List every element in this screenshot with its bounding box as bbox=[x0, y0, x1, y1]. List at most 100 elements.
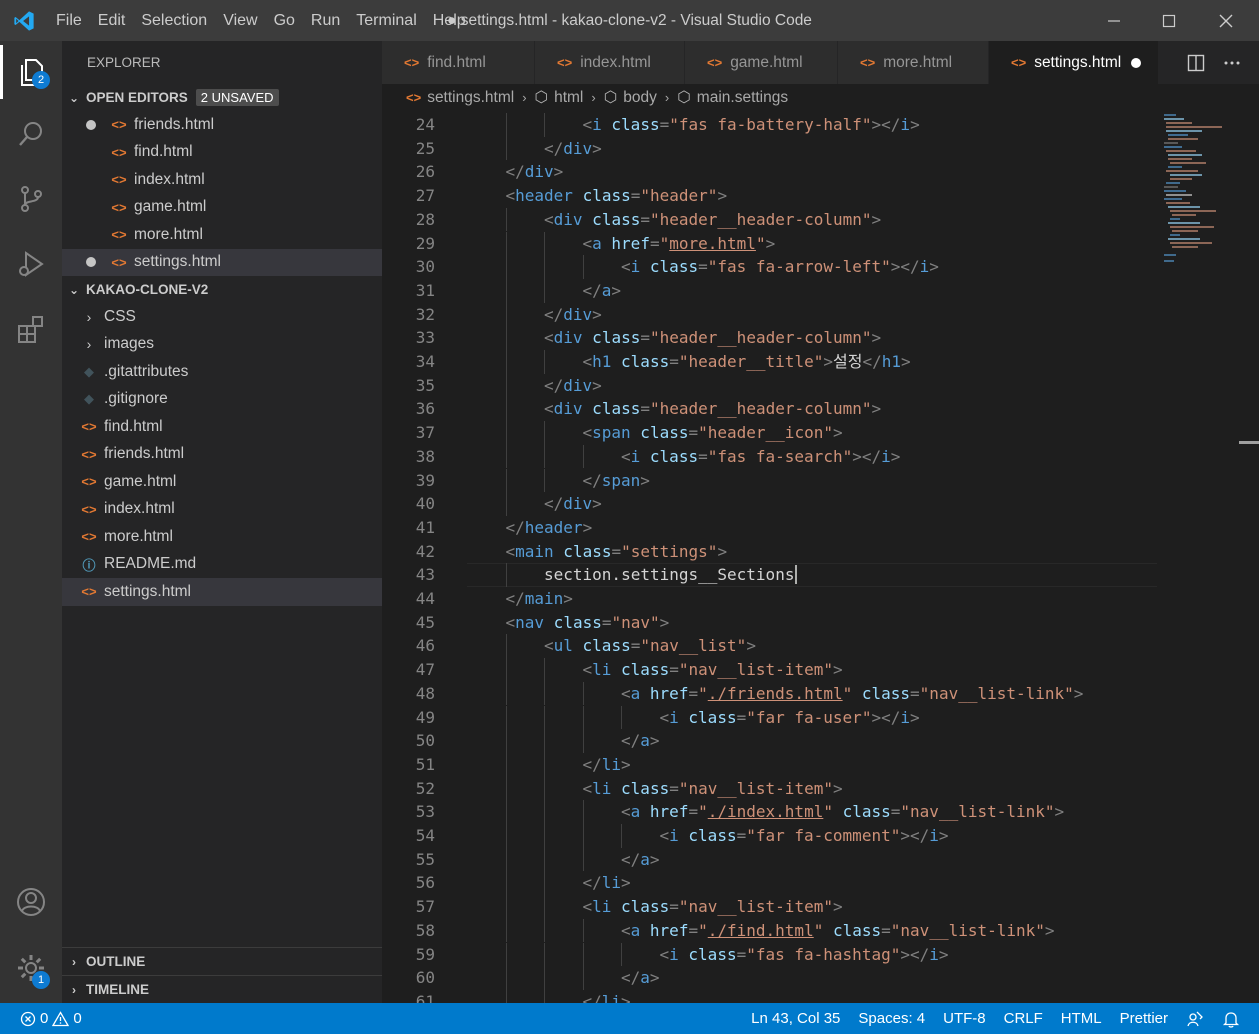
menu-terminal[interactable]: Terminal bbox=[348, 0, 424, 41]
menu-edit[interactable]: Edit bbox=[90, 0, 134, 41]
menu-view[interactable]: View bbox=[215, 0, 265, 41]
manage-activity[interactable]: 1 bbox=[0, 941, 62, 995]
code-line[interactable]: 40 </div> bbox=[382, 492, 1242, 516]
code-line[interactable]: 25 </div> bbox=[382, 136, 1242, 161]
file-tree-item-settings-html[interactable]: <> settings.html bbox=[62, 578, 382, 606]
code-line[interactable]: 24 <i class="fas fa-battery-half"></i> bbox=[382, 113, 1242, 137]
code-line[interactable]: 46 <ul class="nav__list"> bbox=[382, 634, 1242, 659]
code-line[interactable]: 47 <li class="nav__list-item"> bbox=[382, 658, 1242, 682]
more-actions-icon[interactable] bbox=[1223, 54, 1241, 72]
code-line[interactable]: 33 <div class="header__header-column"> bbox=[382, 326, 1242, 350]
code-line[interactable]: 38 <i class="fas fa-search"></i> bbox=[382, 444, 1242, 469]
code-line[interactable]: 32 </div> bbox=[382, 302, 1242, 327]
notifications-button[interactable] bbox=[1213, 1010, 1249, 1028]
file-tree-item-gitignore[interactable]: ◆ .gitignore bbox=[62, 386, 382, 414]
code-line[interactable]: 27 <header class="header"> bbox=[382, 184, 1242, 208]
source-control-activity[interactable] bbox=[0, 172, 62, 226]
run-debug-activity[interactable] bbox=[0, 237, 62, 291]
unsaved-dot-icon[interactable] bbox=[86, 119, 96, 130]
code-line[interactable]: 28 <div class="header__header-column"> bbox=[382, 207, 1242, 232]
file-tree-item-find-html[interactable]: <> find.html bbox=[62, 413, 382, 441]
open-editor-index-html[interactable]: <> index.html bbox=[62, 166, 382, 194]
code-line[interactable]: 57 <li class="nav__list-item"> bbox=[382, 895, 1242, 919]
code-line[interactable]: 48 <a href="./friends.html" class="nav__l… bbox=[382, 681, 1242, 706]
prettier-status[interactable]: Prettier bbox=[1111, 1010, 1177, 1027]
language-mode[interactable]: HTML bbox=[1052, 1010, 1111, 1027]
file-tree-item-readme-md[interactable]: ⓘ README.md bbox=[62, 551, 382, 579]
code-line[interactable]: 43 section.settings__Sections bbox=[382, 563, 1242, 587]
tab-settings-html[interactable]: <> settings.html bbox=[989, 41, 1159, 84]
open-editor-game-html[interactable]: <> game.html bbox=[62, 194, 382, 222]
explorer-activity[interactable]: 2 bbox=[0, 45, 62, 99]
code-line[interactable]: 54 <i class="far fa-comment"></i> bbox=[382, 824, 1242, 848]
menu-help[interactable]: Help bbox=[425, 0, 474, 41]
feedback-button[interactable] bbox=[1177, 1010, 1213, 1028]
unsaved-dot-icon[interactable] bbox=[1131, 57, 1142, 68]
outline-header[interactable]: › OUTLINE bbox=[62, 947, 382, 975]
accounts-activity[interactable] bbox=[0, 875, 62, 929]
code-line[interactable]: 41 </header> bbox=[382, 516, 1242, 540]
code-line[interactable]: 51 </li> bbox=[382, 752, 1242, 777]
file-tree-item-gitattributes[interactable]: ◆ .gitattributes bbox=[62, 358, 382, 386]
file-tree-item-friends-html[interactable]: <> friends.html bbox=[62, 441, 382, 469]
maximize-button[interactable] bbox=[1141, 0, 1197, 41]
tab-index-html[interactable]: <> index.html bbox=[535, 41, 685, 84]
breadcrumb-main[interactable]: main.settings bbox=[697, 89, 788, 107]
code-line[interactable]: 37 <span class="header__icon"> bbox=[382, 421, 1242, 445]
file-tree-item-images[interactable]: › images bbox=[62, 331, 382, 359]
open-editor-find-html[interactable]: <> find.html bbox=[62, 139, 382, 167]
menu-run[interactable]: Run bbox=[303, 0, 348, 41]
open-editors-header[interactable]: ⌄ OPEN EDITORS 2 UNSAVED bbox=[62, 84, 382, 111]
project-folder-header[interactable]: ⌄ KAKAO-CLONE-V2 bbox=[62, 276, 382, 303]
menu-go[interactable]: Go bbox=[266, 0, 303, 41]
open-editor-friends-html[interactable]: <> friends.html bbox=[62, 111, 382, 139]
breadcrumb-file[interactable]: settings.html bbox=[427, 89, 514, 107]
code-line[interactable]: 45 <nav class="nav"> bbox=[382, 611, 1242, 635]
minimap[interactable] bbox=[1162, 111, 1237, 271]
code-line[interactable]: 60 </a> bbox=[382, 966, 1242, 990]
code-line[interactable]: 49 <i class="far fa-user"></i> bbox=[382, 705, 1242, 730]
breadcrumb-html[interactable]: html bbox=[554, 89, 583, 107]
problems-indicator[interactable]: 0 0 bbox=[0, 1010, 91, 1027]
code-line[interactable]: 50 </a> bbox=[382, 729, 1242, 753]
split-editor-icon[interactable] bbox=[1187, 54, 1205, 72]
unsaved-dot-icon[interactable] bbox=[86, 257, 96, 268]
cursor-position[interactable]: Ln 43, Col 35 bbox=[742, 1010, 849, 1027]
encoding-setting[interactable]: UTF-8 bbox=[934, 1010, 995, 1027]
code-line[interactable]: 36 <div class="header__header-column"> bbox=[382, 397, 1242, 422]
timeline-header[interactable]: › TIMELINE bbox=[62, 975, 382, 1003]
code-line[interactable]: 59 <i class="fas fa-hashtag"></i> bbox=[382, 942, 1242, 967]
code-line[interactable]: 53 <a href="./index.html" class="nav__lis… bbox=[382, 800, 1242, 824]
code-line[interactable]: 61 </li> bbox=[382, 989, 1242, 1003]
menu-selection[interactable]: Selection bbox=[133, 0, 215, 41]
tab-find-html[interactable]: <> find.html bbox=[382, 41, 535, 84]
code-editor[interactable]: 24 <i class="fas fa-battery-half"></i> 25 <… bbox=[382, 111, 1259, 1003]
search-activity[interactable] bbox=[0, 107, 62, 161]
code-line[interactable]: 35 </div> bbox=[382, 373, 1242, 398]
code-line[interactable]: 52 <li class="nav__list-item"> bbox=[382, 776, 1242, 801]
extensions-activity[interactable] bbox=[0, 302, 62, 356]
close-window-button[interactable] bbox=[1198, 0, 1254, 41]
code-line[interactable]: 58 <a href="./find.html" class="nav__list… bbox=[382, 918, 1242, 943]
tab-game-html[interactable]: <> game.html bbox=[685, 41, 838, 84]
eol-setting[interactable]: CRLF bbox=[995, 1010, 1052, 1027]
menu-file[interactable]: File bbox=[48, 0, 90, 41]
breadcrumb-body[interactable]: body bbox=[623, 89, 657, 107]
file-tree-item-more-html[interactable]: <> more.html bbox=[62, 523, 382, 551]
code-line[interactable]: 34 <h1 class="header__title">설정</h1> bbox=[382, 350, 1242, 374]
open-editor-settings-html[interactable]: <> settings.html bbox=[62, 248, 382, 276]
tab-more-html[interactable]: <> more.html bbox=[838, 41, 989, 84]
file-tree-item-index-html[interactable]: <> index.html bbox=[62, 496, 382, 524]
indentation-setting[interactable]: Spaces: 4 bbox=[849, 1010, 934, 1027]
minimize-button[interactable] bbox=[1086, 0, 1142, 41]
code-line[interactable]: 39 </span> bbox=[382, 468, 1242, 493]
code-line[interactable]: 55 </a> bbox=[382, 847, 1242, 872]
open-editor-more-html[interactable]: <> more.html bbox=[62, 221, 382, 249]
code-line[interactable]: 29 <a href="more.html"> bbox=[382, 231, 1242, 256]
code-line[interactable]: 42 <main class="settings"> bbox=[382, 540, 1242, 564]
file-tree-item-css[interactable]: › CSS bbox=[62, 303, 382, 331]
code-line[interactable]: 30 <i class="fas fa-arrow-left"></i> bbox=[382, 255, 1242, 279]
code-line[interactable]: 26 </div> bbox=[382, 160, 1242, 184]
code-line[interactable]: 44 </main> bbox=[382, 587, 1242, 611]
file-tree-item-game-html[interactable]: <> game.html bbox=[62, 468, 382, 496]
